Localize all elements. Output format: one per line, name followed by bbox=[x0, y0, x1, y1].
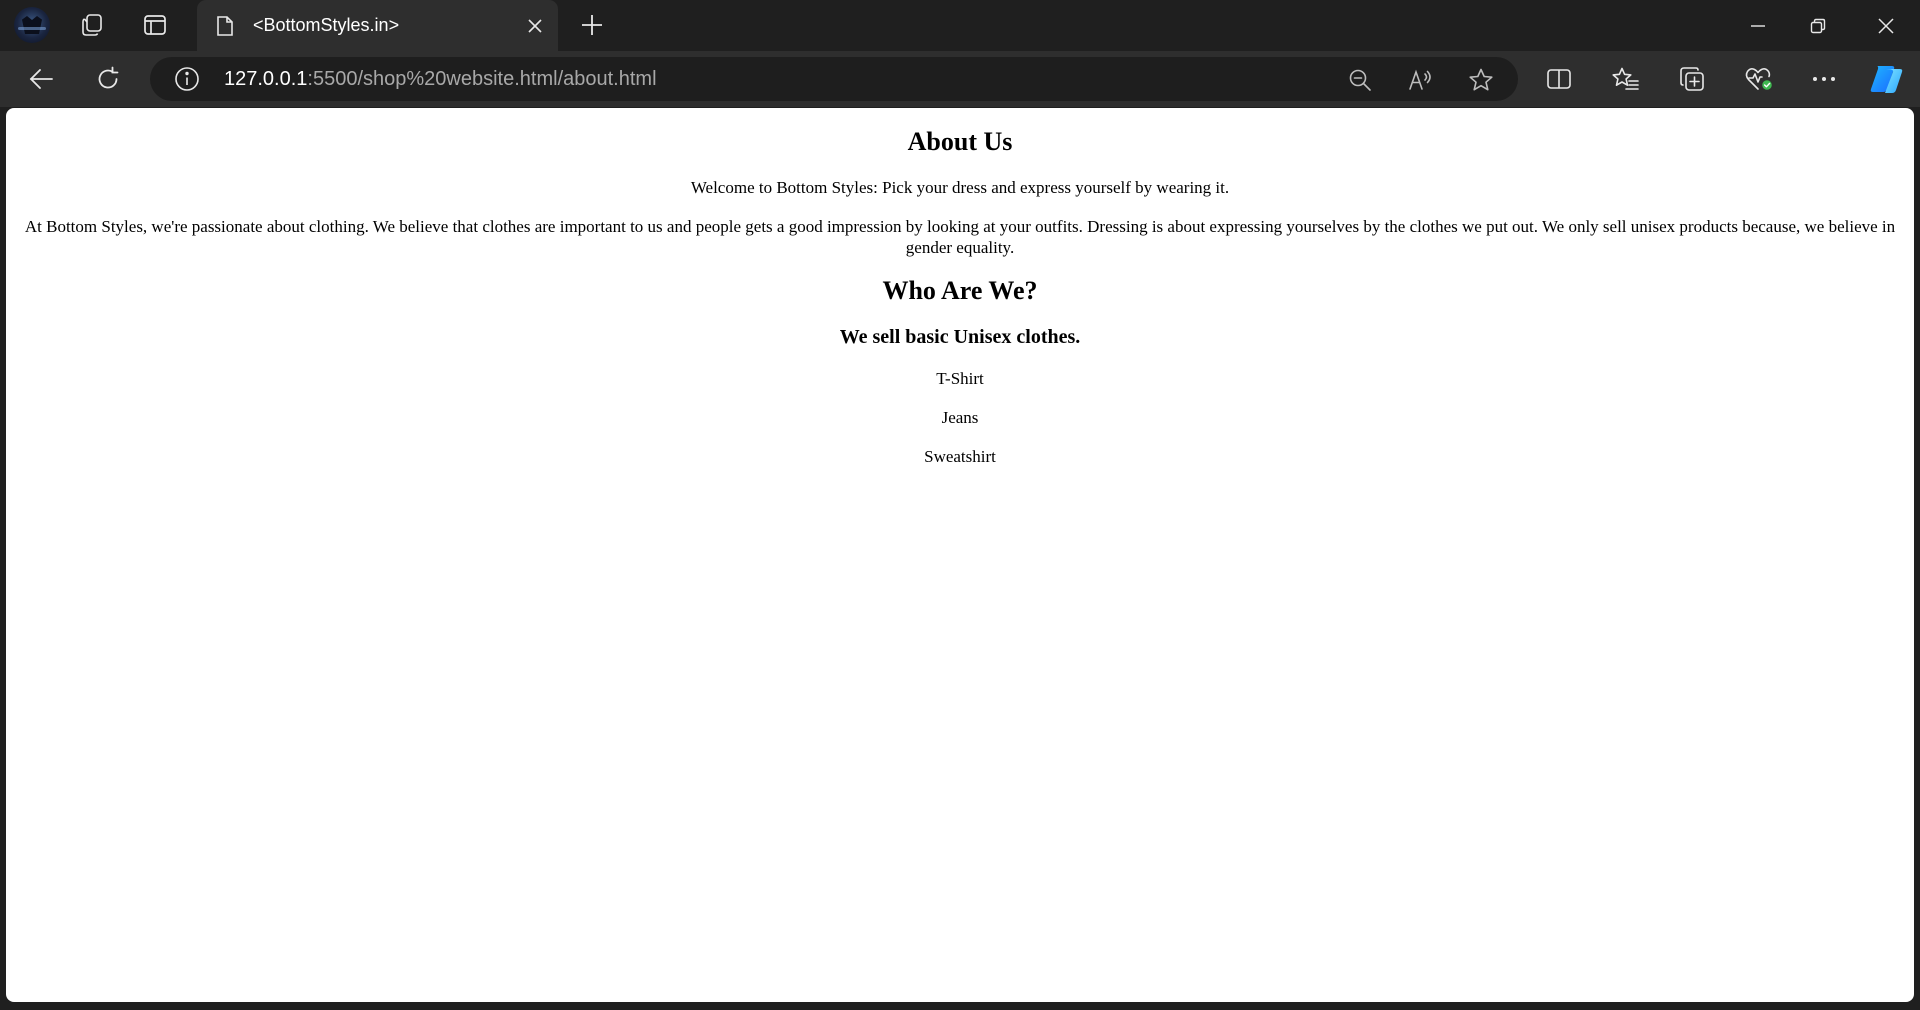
split-screen-button[interactable] bbox=[1537, 59, 1581, 99]
read-aloud-button[interactable] bbox=[1407, 66, 1435, 94]
restore-button[interactable] bbox=[1788, 0, 1848, 51]
tab-title: <BottomStyles.in> bbox=[253, 15, 400, 35]
split-screen-icon bbox=[1547, 69, 1571, 89]
favorites-button[interactable] bbox=[1604, 59, 1648, 99]
zoom-button[interactable] bbox=[1346, 66, 1374, 94]
close-window-icon bbox=[1878, 17, 1894, 34]
product-list: T-Shirt Jeans Sweatshirt bbox=[20, 368, 1900, 468]
back-button[interactable] bbox=[19, 59, 63, 99]
page-viewport: About Us Welcome to Bottom Styles: Pick … bbox=[6, 108, 1914, 1002]
url-text[interactable]: 127.0.0.1:5500/shop%20website.html/about… bbox=[224, 68, 657, 91]
page-icon bbox=[215, 15, 235, 37]
site-info-button[interactable] bbox=[172, 64, 202, 94]
more-icon bbox=[1813, 77, 1835, 81]
product-item: T-Shirt bbox=[936, 369, 984, 388]
add-favorite-button[interactable] bbox=[1467, 66, 1495, 94]
tab-actions-icon bbox=[144, 15, 166, 35]
workspaces-icon bbox=[82, 14, 102, 36]
about-heading: About Us bbox=[907, 127, 1013, 156]
window-close-button[interactable] bbox=[1856, 0, 1916, 51]
plus-icon bbox=[582, 15, 602, 35]
browser-essentials-button[interactable] bbox=[1737, 59, 1781, 99]
new-tab-button[interactable] bbox=[572, 7, 612, 43]
collections-button[interactable] bbox=[1670, 59, 1714, 99]
browser-window: <BottomStyles.in> 127.0.0.1:5500/shop%20… bbox=[0, 0, 1920, 1010]
product-item: Sweatshirt bbox=[924, 447, 996, 466]
tab-strip: <BottomStyles.in> bbox=[0, 0, 1920, 51]
product-item: Jeans bbox=[941, 408, 979, 427]
collections-icon bbox=[1680, 67, 1704, 91]
favorites-icon bbox=[1612, 67, 1639, 90]
copilot-button[interactable] bbox=[1865, 59, 1909, 99]
minimize-button[interactable] bbox=[1728, 0, 1788, 51]
about-page: About Us Welcome to Bottom Styles: Pick … bbox=[6, 127, 1914, 468]
info-icon bbox=[175, 67, 199, 91]
url-host: 127.0.0.1 bbox=[224, 68, 308, 90]
profile-avatar bbox=[14, 7, 50, 43]
profile-button[interactable] bbox=[12, 7, 52, 43]
sell-heading: We sell basic Unisex clothes. bbox=[839, 326, 1081, 348]
who-heading: Who Are We? bbox=[882, 276, 1038, 305]
about-paragraph: At Bottom Styles, we're passionate about… bbox=[24, 217, 1896, 257]
more-button[interactable] bbox=[1802, 59, 1846, 99]
address-bar[interactable]: 127.0.0.1:5500/shop%20website.html/about… bbox=[150, 57, 1518, 101]
close-tab-button[interactable] bbox=[522, 13, 548, 39]
read-aloud-icon bbox=[1409, 69, 1431, 90]
zoom-out-icon bbox=[1349, 69, 1371, 91]
url-path: :5500/shop%20website.html/about.html bbox=[307, 68, 657, 90]
restore-icon bbox=[1810, 18, 1826, 33]
welcome-text: Welcome to Bottom Styles: Pick your dres… bbox=[690, 178, 1230, 197]
toolbar: 127.0.0.1:5500/shop%20website.html/about… bbox=[0, 51, 1920, 107]
browser-essentials-icon bbox=[1745, 68, 1774, 92]
back-arrow-icon bbox=[29, 69, 53, 89]
reload-button[interactable] bbox=[86, 59, 130, 99]
active-tab[interactable]: <BottomStyles.in> bbox=[197, 0, 558, 51]
minimize-icon bbox=[1751, 24, 1765, 27]
workspaces-button[interactable] bbox=[72, 7, 112, 43]
star-icon bbox=[1469, 68, 1493, 91]
reload-icon bbox=[98, 66, 119, 89]
copilot-icon bbox=[1870, 66, 1903, 93]
tab-actions-button[interactable] bbox=[135, 7, 175, 43]
close-icon bbox=[528, 19, 542, 33]
